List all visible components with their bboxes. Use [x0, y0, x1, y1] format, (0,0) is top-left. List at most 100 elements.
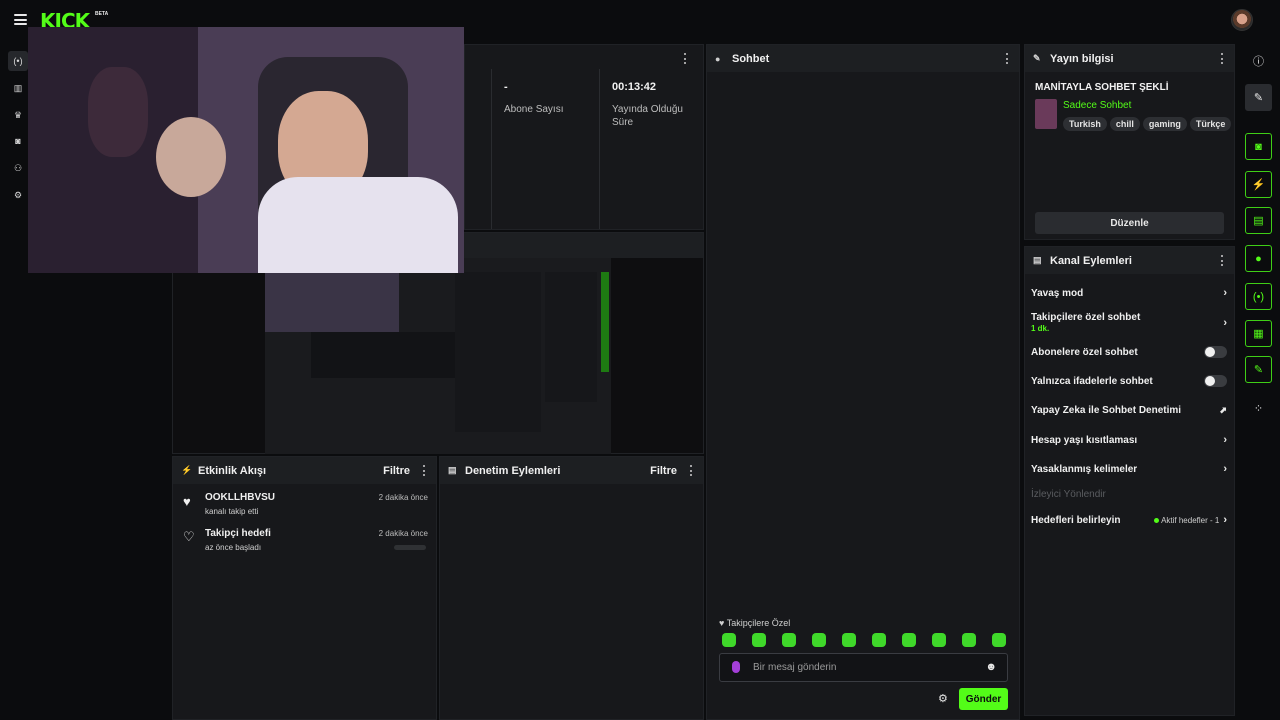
more-options-icon[interactable]	[1006, 53, 1009, 64]
more-options-icon[interactable]	[684, 53, 687, 64]
stream-info-title: Yayın bilgisi	[1050, 52, 1114, 65]
chat-settings-icon[interactable]: ⚙	[938, 692, 948, 705]
emotes-chat-row: Yalnızca ifadelerle sohbet	[1031, 375, 1227, 387]
list-item: ♥ OOKLLHBVSU kanalı takip etti 2 dakika …	[182, 492, 428, 516]
preview-webcam	[265, 272, 399, 332]
send-button[interactable]: Gönder	[959, 688, 1008, 710]
emote-icon[interactable]	[722, 633, 736, 647]
slow-mode-row[interactable]: Yavaş mod ›	[1031, 287, 1227, 299]
followers-only-label: Takipçilere Özel	[726, 618, 791, 628]
activity-item-subtitle: kanalı takip etti	[205, 507, 259, 516]
ai-moderation-row[interactable]: Yapay Zeka ile Sohbet Denetimi ⬈	[1031, 405, 1227, 416]
age-restriction-row[interactable]: Hesap yaşı kısıtlaması ›	[1031, 434, 1227, 446]
emote-icon[interactable]	[962, 633, 976, 647]
microphone-icon[interactable]	[732, 661, 740, 673]
chevron-right-icon: ›	[1223, 514, 1227, 526]
broadcast-green-icon[interactable]: (•)	[1245, 283, 1272, 310]
goals-status: Aktif hedefler - 1	[1154, 516, 1219, 525]
chat-input[interactable]: Bir mesaj gönderin ☻	[719, 653, 1008, 682]
moderation-filter-button[interactable]: Filtre	[650, 465, 677, 477]
analytics-icon[interactable]: ▥	[8, 78, 28, 98]
trophy-icon[interactable]: ♛	[8, 105, 28, 125]
webcam-overlay	[28, 27, 464, 273]
emote-icon[interactable]	[812, 633, 826, 647]
followers-chat-label: Takipçilere özel sohbet	[1031, 312, 1141, 323]
chevron-right-icon: ›	[1223, 463, 1227, 475]
person-left	[156, 117, 226, 197]
subscribers-chat-row: Abonelere özel sohbet	[1031, 346, 1227, 358]
tag[interactable]: Türkçe	[1189, 117, 1232, 131]
pencil-icon[interactable]: ✎	[1245, 84, 1272, 111]
beta-badge: BETA	[95, 11, 109, 17]
uptime-label: Yayında Olduğu Süre	[612, 104, 683, 128]
emote-icon[interactable]	[932, 633, 946, 647]
focus-icon[interactable]: ◙	[8, 131, 28, 151]
emotes-chat-toggle[interactable]	[1204, 375, 1227, 387]
slow-mode-label: Yavaş mod	[1031, 287, 1084, 299]
chevron-right-icon: ›	[1223, 316, 1227, 329]
chat-bubble-icon: ●	[715, 53, 721, 64]
info-icon[interactable]: ⓘ	[1245, 47, 1272, 74]
focus-green-icon[interactable]: ◙	[1245, 133, 1272, 160]
goal-progress-bar	[394, 545, 426, 550]
stream-info-header: ✎ Yayın bilgisi	[1025, 45, 1234, 72]
more-options-icon[interactable]	[423, 465, 426, 476]
redirect-label: İzleyici Yönlendir	[1031, 489, 1106, 500]
followers-chat-row[interactable]: Takipçilere özel sohbet 1 dk. ›	[1031, 312, 1227, 333]
more-options-icon[interactable]	[1221, 255, 1224, 266]
heart-outline-icon: ♡	[183, 529, 195, 544]
banned-words-label: Yasaklanmış kelimeler	[1031, 463, 1138, 475]
goals-label: Hedefleri belirleyin	[1031, 514, 1121, 526]
subscribers-chat-toggle[interactable]	[1204, 346, 1227, 358]
preview-chat	[455, 272, 541, 432]
emote-icon[interactable]	[992, 633, 1006, 647]
wrench-green-icon[interactable]: ✎	[1245, 356, 1272, 383]
emotes-chat-label: Yalnızca ifadelerle sohbet	[1031, 375, 1153, 387]
chart-icon: ⬈	[1219, 405, 1227, 415]
stream-info-panel: ✎ Yayın bilgisi MANİTAYLA SOHBET ŞEKLİ S…	[1024, 44, 1235, 240]
edit-button[interactable]: Düzenle	[1035, 212, 1224, 234]
goals-row[interactable]: Hedefleri belirleyin Aktif hedefler - 1 …	[1031, 514, 1227, 526]
user-avatar[interactable]	[1231, 9, 1253, 31]
community-icon[interactable]: ⚇	[8, 158, 28, 178]
panels-green-icon[interactable]: ▦	[1245, 320, 1272, 347]
channel-actions-title: Kanal Eylemleri	[1050, 254, 1132, 267]
menu-icon[interactable]	[14, 14, 27, 25]
emote-icon[interactable]	[872, 633, 886, 647]
uptime-value: 00:13:42	[612, 81, 657, 93]
apps-icon[interactable]: ⁘	[1245, 395, 1272, 422]
document-green-icon[interactable]: ▤	[1245, 207, 1272, 234]
broadcast-icon[interactable]: (•)	[8, 51, 28, 71]
emote-icon[interactable]	[902, 633, 916, 647]
subscribers-label: Abone Sayısı	[504, 104, 564, 115]
more-options-icon[interactable]	[1221, 53, 1224, 64]
list-item: ♡ Takipçi hedefi az önce başladı 2 dakik…	[182, 528, 428, 552]
settings-icon[interactable]: ⚙	[8, 185, 28, 205]
chat-input-placeholder: Bir mesaj gönderin	[753, 662, 837, 673]
emote-icon[interactable]	[752, 633, 766, 647]
stats-panel: - Abone Sayısı 00:13:42 Yayında Olduğu S…	[464, 44, 704, 230]
document-icon: ▤	[448, 465, 457, 475]
chevron-right-icon: ›	[1223, 287, 1227, 299]
activity-filter-button[interactable]: Filtre	[383, 465, 410, 477]
lightning-green-icon[interactable]: ⚡	[1245, 171, 1272, 198]
emoji-icon[interactable]: ☻	[985, 661, 997, 673]
chat-header: ● Sohbet	[707, 45, 1019, 72]
followers-chat-value: 1 dk.	[1031, 324, 1050, 333]
tag[interactable]: gaming	[1142, 117, 1187, 131]
wrench-icon: ✎	[1033, 53, 1041, 63]
more-options-icon[interactable]	[690, 465, 693, 476]
tag[interactable]: chill	[1109, 117, 1140, 131]
activity-header: ⚡ Etkinlik Akışı Filtre	[173, 457, 436, 484]
tag-list: Turkish chill gaming Türkçe	[1063, 116, 1234, 131]
banned-words-row[interactable]: Yasaklanmış kelimeler ›	[1031, 463, 1227, 475]
chat-green-icon[interactable]: ●	[1245, 245, 1272, 272]
tag[interactable]: Turkish	[1063, 117, 1107, 131]
subscribers-chat-label: Abonelere özel sohbet	[1031, 346, 1138, 358]
preview-center	[311, 332, 455, 378]
redirect-row: İzleyici Yönlendir	[1031, 489, 1227, 500]
emote-icon[interactable]	[842, 633, 856, 647]
heart-icon: ♥	[183, 494, 191, 509]
category-link[interactable]: Sadece Sohbet	[1063, 100, 1131, 111]
emote-icon[interactable]	[782, 633, 796, 647]
